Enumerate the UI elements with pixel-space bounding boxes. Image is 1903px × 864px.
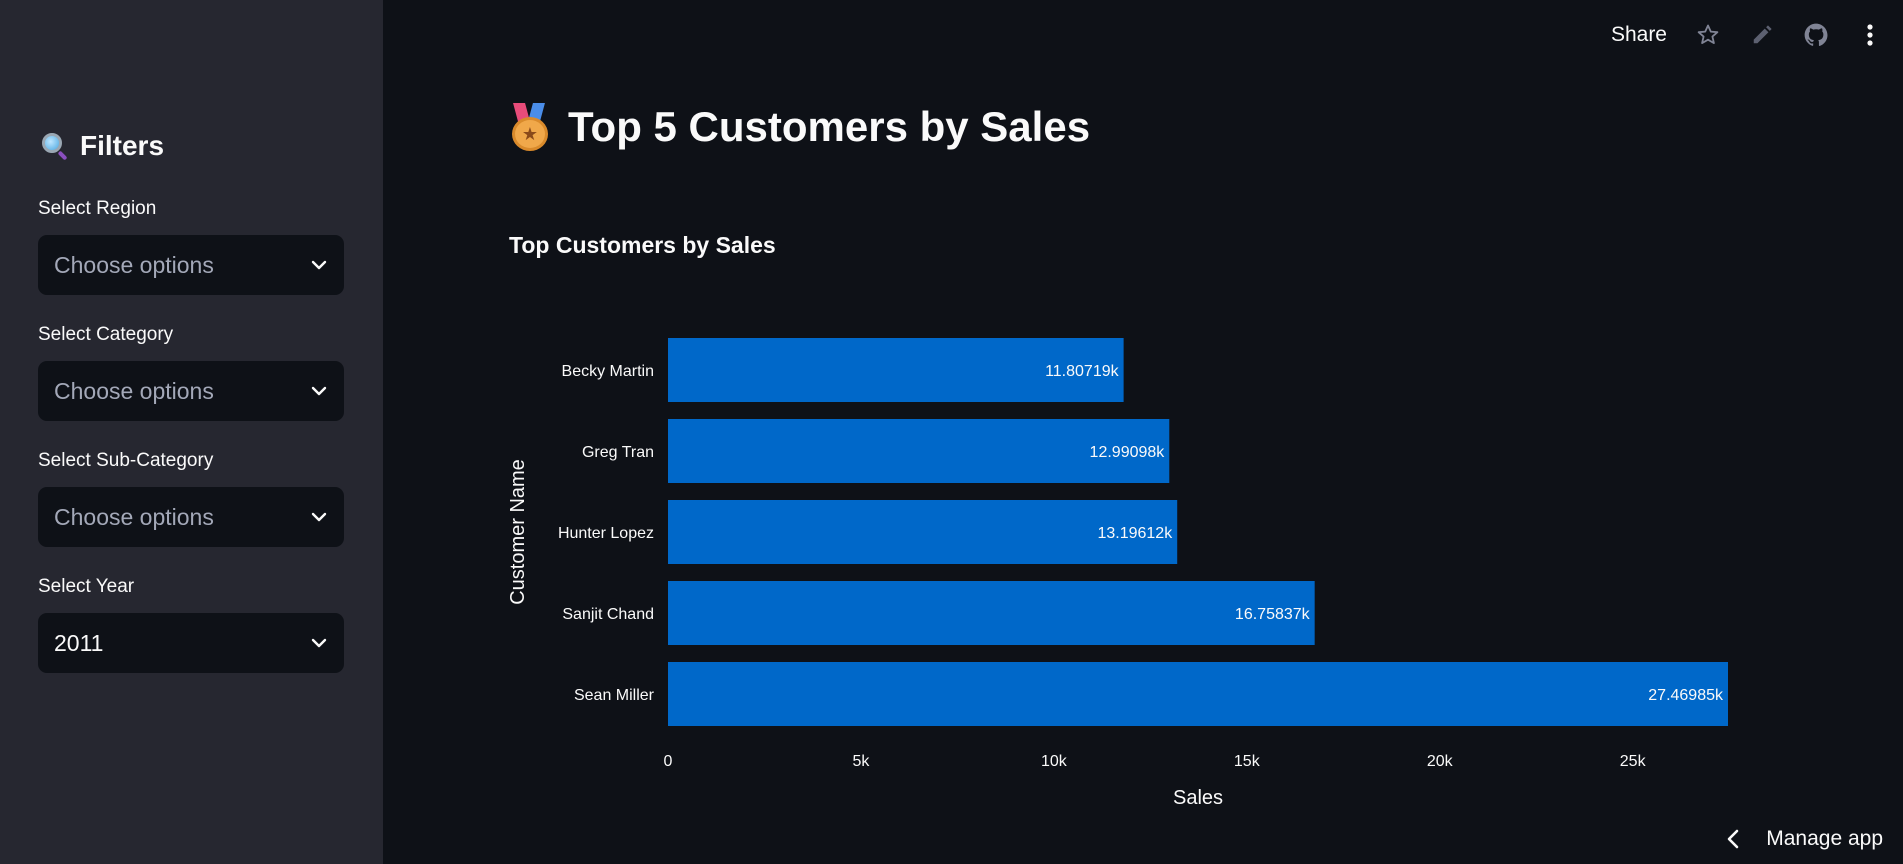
chart-bar xyxy=(668,581,1315,645)
star-icon[interactable] xyxy=(1695,22,1721,48)
share-button[interactable]: Share xyxy=(1611,23,1667,47)
chevron-down-icon xyxy=(310,382,328,400)
category-select[interactable]: Choose options xyxy=(38,361,344,421)
bar-data-label: 16.75837k xyxy=(1235,606,1311,623)
chevron-down-icon xyxy=(310,634,328,652)
bar-data-label: 13.19612k xyxy=(1097,525,1173,542)
bar-chart: 11.80719k Becky Martin 12.99098k Greg Tran 1… xyxy=(507,338,1728,809)
x-axis-title: Sales xyxy=(1173,787,1223,809)
manage-app-button[interactable]: Manage app xyxy=(1720,826,1883,852)
region-select[interactable]: Choose options xyxy=(38,235,344,295)
github-icon[interactable] xyxy=(1803,22,1829,48)
year-select[interactable]: 2011 xyxy=(38,613,344,673)
more-menu-icon[interactable] xyxy=(1857,22,1883,48)
chevron-down-icon xyxy=(310,256,328,274)
page-title: ★ Top 5 Customers by Sales xyxy=(508,103,1090,151)
subcategory-select[interactable]: Choose options xyxy=(38,487,344,547)
y-tick-label: Hunter Lopez xyxy=(558,525,654,542)
y-tick-label: Becky Martin xyxy=(562,363,654,380)
sidebar: Filters Select Region Choose options Sel… xyxy=(0,0,383,864)
y-tick-label: Greg Tran xyxy=(582,444,654,461)
x-tick-label: 25k xyxy=(1620,753,1647,770)
chevron-left-icon xyxy=(1720,826,1746,852)
medal-icon: ★ xyxy=(508,103,552,151)
x-tick-label: 20k xyxy=(1427,753,1454,770)
header-actions: Share xyxy=(1611,22,1883,48)
chart-title: Top Customers by Sales xyxy=(509,232,776,258)
subcategory-label: Select Sub-Category xyxy=(38,450,214,471)
region-label: Select Region xyxy=(38,198,157,219)
bar-data-label: 27.46985k xyxy=(1648,687,1724,704)
category-label: Select Category xyxy=(38,324,174,345)
year-label: Select Year xyxy=(38,576,135,597)
region-placeholder: Choose options xyxy=(54,251,214,278)
sidebar-title-text: Filters xyxy=(80,130,165,161)
sidebar-title: Filters xyxy=(40,130,164,162)
page-title-text: Top 5 Customers by Sales xyxy=(568,103,1091,150)
y-axis-title: Customer Name xyxy=(507,459,529,605)
x-tick-label: 10k xyxy=(1041,753,1068,770)
y-tick-label: Sanjit Chand xyxy=(562,606,654,623)
year-value: 2011 xyxy=(54,629,104,656)
x-tick-label: 5k xyxy=(852,753,870,770)
bar-data-label: 12.99098k xyxy=(1090,444,1166,461)
subcategory-placeholder: Choose options xyxy=(54,503,214,530)
chart-bar xyxy=(668,662,1728,726)
bar-data-label: 11.80719k xyxy=(1045,363,1120,380)
magnifying-glass-icon xyxy=(40,131,70,161)
x-tick-label: 0 xyxy=(664,753,673,770)
edit-icon[interactable] xyxy=(1749,22,1775,48)
chevron-down-icon xyxy=(310,508,328,526)
y-tick-label: Sean Miller xyxy=(574,687,655,704)
x-tick-label: 15k xyxy=(1234,753,1261,770)
category-placeholder: Choose options xyxy=(54,377,214,404)
manage-app-label: Manage app xyxy=(1766,827,1883,850)
